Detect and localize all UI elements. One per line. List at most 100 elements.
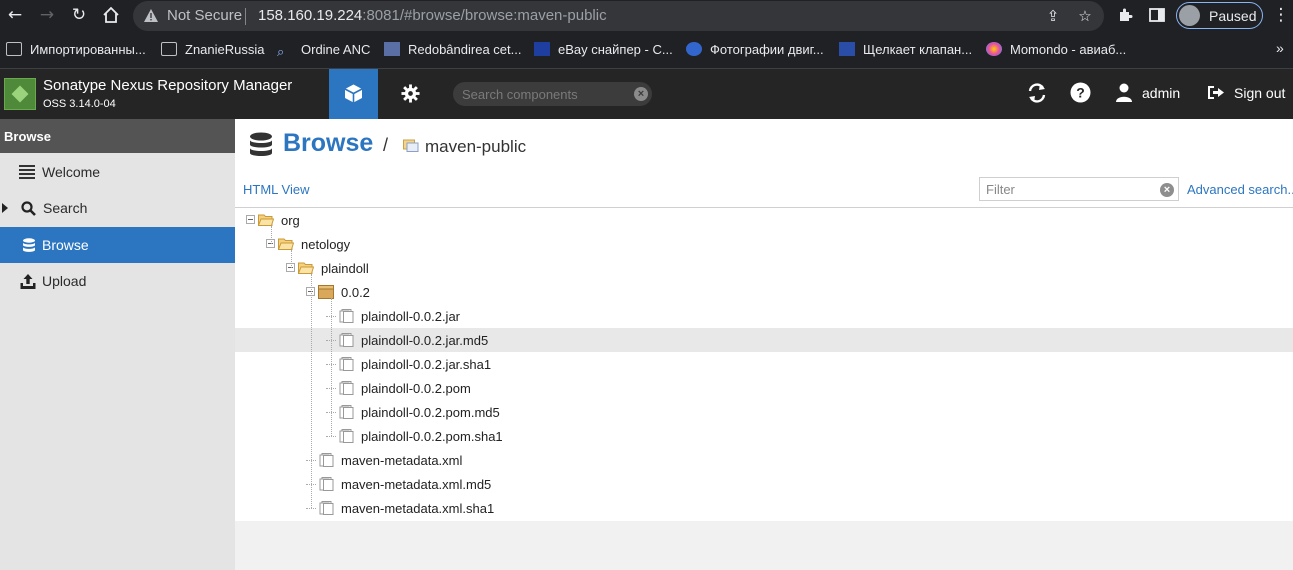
share-icon[interactable]: ⇪ <box>1044 7 1062 25</box>
tree-node-folder[interactable]: org <box>235 208 1293 232</box>
bookmark-item[interactable]: ⌕ Ordine ANC <box>277 42 370 60</box>
sidebar-item-browse[interactable]: Browse <box>0 227 235 263</box>
advanced-search-link[interactable]: Advanced search... <box>1187 182 1293 197</box>
bookmark-item[interactable]: ZnanieRussia <box>161 42 265 60</box>
component-icon <box>318 285 334 299</box>
bookmark-label: ZnanieRussia <box>185 42 265 57</box>
tree-node-label: maven-metadata.xml <box>341 453 463 468</box>
database-icon <box>250 132 272 156</box>
tree-connector <box>331 298 332 436</box>
main-panel: Browse / maven-public HTML View × Advanc… <box>235 119 1293 570</box>
sidebar-item-label: Upload <box>42 273 87 289</box>
user-name[interactable]: admin <box>1142 85 1180 101</box>
search-icon <box>21 201 36 216</box>
sidebar-item-upload[interactable]: Upload <box>0 263 235 299</box>
tree-node-asset[interactable]: plaindoll-0.0.2.jar <box>235 304 1293 328</box>
collapse-toggle-icon[interactable] <box>246 215 255 224</box>
profile-button[interactable]: Paused <box>1176 2 1263 29</box>
breadcrumb-separator: / <box>383 135 389 155</box>
refresh-icon <box>1028 83 1046 103</box>
sidebar: Browse Welcome Search Browse Upload <box>0 119 235 570</box>
tree-node-label: plaindoll-0.0.2.pom.md5 <box>361 405 500 420</box>
sidebar-item-search[interactable]: Search <box>0 190 235 226</box>
tree-node-asset[interactable]: plaindoll-0.0.2.jar.sha1 <box>235 352 1293 376</box>
bookmark-item[interactable]: Щелкает клапан... <box>839 42 972 60</box>
app-title: Sonatype Nexus Repository Manager <box>43 77 293 94</box>
browser-toolbar: ← → ↻ Not Secure 158.160.19.224:8081/#br… <box>0 0 1293 32</box>
tree-node-folder[interactable]: netology <box>235 232 1293 256</box>
warning-icon <box>144 9 158 22</box>
tree-node-folder[interactable]: plaindoll <box>235 256 1293 280</box>
menu-icon[interactable]: ⋮ <box>1270 4 1292 26</box>
tree-node-asset[interactable]: maven-metadata.xml <box>235 448 1293 472</box>
address-bar[interactable]: Not Secure 158.160.19.224:8081/#browse/b… <box>133 1 1104 31</box>
sidebar-header: Browse <box>0 119 235 153</box>
document-icon <box>384 42 400 56</box>
sidebar-item-welcome[interactable]: Welcome <box>0 154 235 190</box>
user-icon[interactable] <box>1115 83 1137 105</box>
browse-mode-button[interactable] <box>329 69 378 119</box>
extensions-icon[interactable] <box>1114 4 1136 26</box>
folder-icon <box>161 42 177 56</box>
reload-icon[interactable]: ↻ <box>68 4 90 26</box>
admin-mode-button[interactable] <box>393 69 427 119</box>
folder-icon <box>277 237 295 251</box>
tree-node-label: maven-metadata.xml.md5 <box>341 477 492 492</box>
tree-node-component[interactable]: 0.0.2 <box>235 280 1293 304</box>
tree-node-asset[interactable]: plaindoll-0.0.2.pom <box>235 376 1293 400</box>
bookmark-item[interactable]: Фотографии двиг... <box>686 42 824 60</box>
tree-node-asset[interactable]: maven-metadata.xml.sha1 <box>235 496 1293 520</box>
search-components-input[interactable] <box>462 86 627 102</box>
tree-node-label: plaindoll <box>321 261 369 276</box>
tree-connector <box>271 226 272 244</box>
file-icon <box>338 405 354 419</box>
page-title[interactable]: Browse <box>283 129 373 158</box>
bookmark-label: eBay снайпер - С... <box>558 42 673 57</box>
home-icon[interactable] <box>100 4 122 26</box>
search-components-field[interactable]: × <box>453 82 652 106</box>
bookmark-label: Щелкает клапан... <box>863 42 973 57</box>
file-icon <box>318 453 334 467</box>
filter-input[interactable] <box>986 181 1156 198</box>
filter-field[interactable]: × <box>979 177 1179 201</box>
folder-icon <box>297 261 315 275</box>
tree-node-asset[interactable]: plaindoll-0.0.2.pom.sha1 <box>235 424 1293 448</box>
file-icon <box>338 309 354 323</box>
tree-connector <box>311 274 312 508</box>
avatar <box>1179 5 1200 26</box>
car-icon <box>686 42 702 56</box>
star-icon[interactable]: ☆ <box>1076 7 1094 25</box>
sidepanel-icon[interactable] <box>1146 4 1168 26</box>
tree-node-asset[interactable]: maven-metadata.xml.md5 <box>235 472 1293 496</box>
tree-node-label: plaindoll-0.0.2.pom <box>361 381 471 396</box>
momondo-icon <box>986 42 1002 56</box>
refresh-button[interactable] <box>1026 82 1048 104</box>
bookmark-item[interactable]: Momondo - авиаб... <box>986 42 1126 60</box>
tree-node-asset[interactable]: plaindoll-0.0.2.jar.md5 <box>235 328 1293 352</box>
sidebar-header-label: Browse <box>4 129 51 144</box>
sign-out-icon[interactable] <box>1206 83 1228 105</box>
clear-icon[interactable]: × <box>634 87 648 101</box>
sign-out-button[interactable]: Sign out <box>1234 85 1285 101</box>
bookmark-item[interactable]: Redobândirea cet... <box>384 42 521 60</box>
tree-empty-area <box>235 521 1293 570</box>
file-icon <box>338 333 354 347</box>
gear-icon <box>401 84 420 103</box>
bookmark-label: Импортированны... <box>30 42 146 57</box>
back-icon[interactable]: ← <box>4 4 26 26</box>
bookmark-item[interactable]: Импортированны... <box>6 42 146 60</box>
forward-icon[interactable]: → <box>36 4 58 26</box>
bookmarks-more-button[interactable]: » <box>1276 40 1284 56</box>
site-icon <box>839 42 855 56</box>
tree-node-asset[interactable]: plaindoll-0.0.2.pom.md5 <box>235 400 1293 424</box>
expand-arrow-icon[interactable] <box>2 203 8 213</box>
html-view-link[interactable]: HTML View <box>243 182 309 197</box>
url-text: 158.160.19.224:8081/#browse/browse:maven… <box>258 7 607 24</box>
bookmark-label: Momondo - авиаб... <box>1010 42 1127 57</box>
url-host: 158.160.19.224 <box>258 7 363 24</box>
clear-icon[interactable]: × <box>1160 183 1174 197</box>
security-label: Not Secure <box>167 7 243 24</box>
help-icon: ? <box>1070 82 1091 103</box>
help-button[interactable]: ? <box>1070 82 1092 104</box>
bookmark-item[interactable]: eBay снайпер - С... <box>534 42 673 60</box>
